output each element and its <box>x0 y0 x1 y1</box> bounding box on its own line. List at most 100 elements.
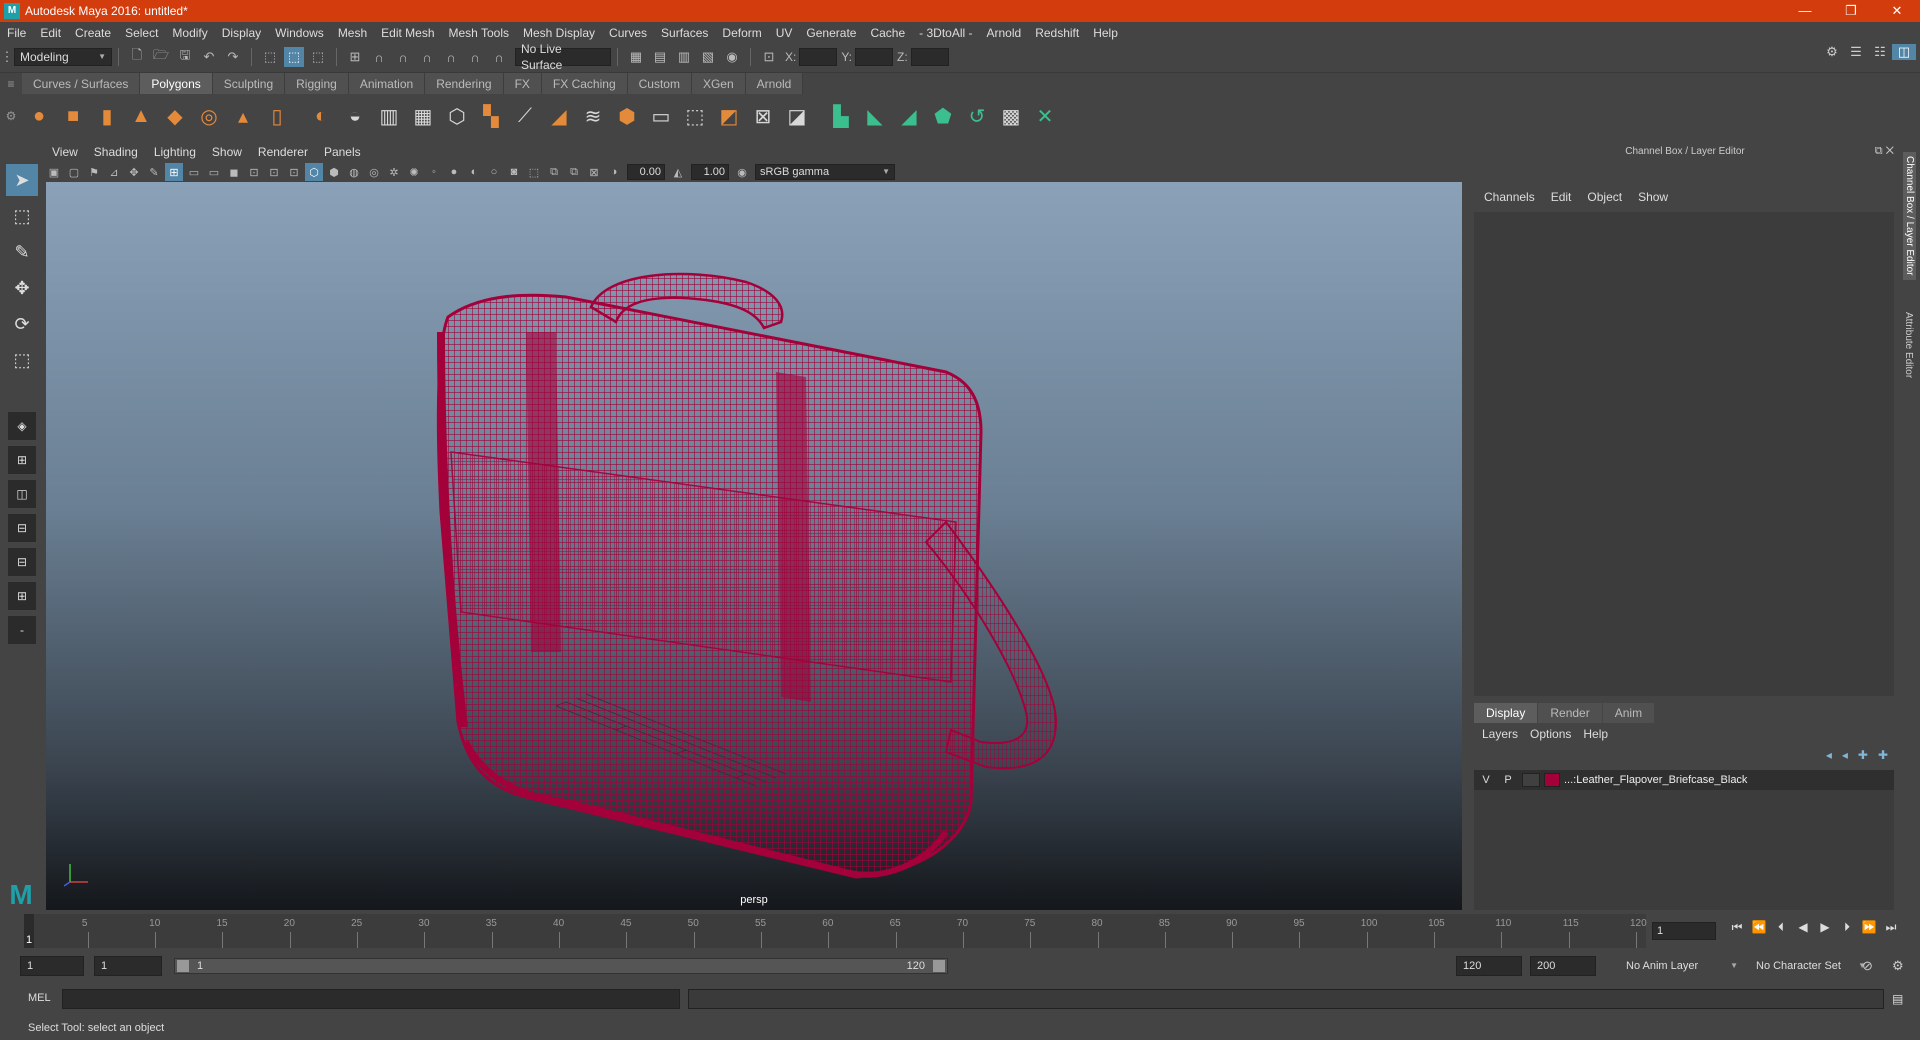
uv-layout-icon[interactable]: ✕ <box>1032 103 1058 129</box>
gamma-icon[interactable]: ◭ <box>669 163 687 181</box>
two-view-layout-icon[interactable]: ◫ <box>8 480 36 508</box>
range-end-handle[interactable] <box>933 960 945 972</box>
character-set-dropdown[interactable]: No Character Set ▼ <box>1750 956 1870 976</box>
menu-help[interactable]: Help <box>1086 26 1125 40</box>
make-live-icon[interactable]: ∩ <box>489 47 509 67</box>
shelf-tab-sculpting[interactable]: Sculpting <box>212 72 286 95</box>
undo-icon[interactable]: ↶ <box>199 47 219 67</box>
field-chart-icon[interactable]: ⊡ <box>245 163 263 181</box>
menu-mesh[interactable]: Mesh <box>331 26 374 40</box>
snap-view-icon[interactable]: ∩ <box>417 47 437 67</box>
gamma-input[interactable]: 1.00 <box>691 164 729 180</box>
shelf-tab-xgen[interactable]: XGen <box>691 72 746 95</box>
safe-action-icon[interactable]: ⊡ <box>265 163 283 181</box>
move-layer-up-icon[interactable]: ◂ <box>1826 748 1832 762</box>
new-scene-icon[interactable]: 🗋 <box>127 47 147 67</box>
viewport-menu-view[interactable]: View <box>44 145 86 159</box>
current-time-field[interactable]: 1 <box>1652 922 1716 940</box>
step-forward-key-icon[interactable]: ⏩ <box>1858 920 1880 935</box>
exposure-input[interactable]: 0.00 <box>627 164 665 180</box>
redo-icon[interactable]: ↷ <box>223 47 243 67</box>
layer-menu-layers[interactable]: Layers <box>1476 727 1524 741</box>
menu-cache[interactable]: Cache <box>863 26 912 40</box>
uv-editor-icon[interactable]: ▩ <box>998 103 1024 129</box>
select-hierarchy-icon[interactable]: ⬚ <box>260 47 280 67</box>
transform-mode-icon[interactable]: ⊡ <box>759 47 779 67</box>
shelf-menu-icon[interactable]: ≡ <box>0 73 22 95</box>
grease-pencil-icon[interactable]: ✎ <box>145 163 163 181</box>
depth-of-field-icon[interactable]: ◙ <box>505 163 523 181</box>
channel-box-icon[interactable]: ◫ <box>1892 44 1916 60</box>
uv-spherical-icon[interactable]: ◢ <box>896 103 922 129</box>
poly-cone-icon[interactable]: ▲ <box>128 103 154 129</box>
range-start-handle[interactable] <box>177 960 189 972</box>
viewport-menu-renderer[interactable]: Renderer <box>250 145 316 159</box>
y-input[interactable] <box>855 48 894 66</box>
layer-color-swatch[interactable] <box>1544 773 1560 787</box>
layer-tab-display[interactable]: Display <box>1474 703 1538 723</box>
multi-cut-icon[interactable]: ▭ <box>648 103 674 129</box>
wireframe-on-shaded-icon[interactable]: ◍ <box>345 163 363 181</box>
menu-curves[interactable]: Curves <box>602 26 654 40</box>
shelf-tab-polygons[interactable]: Polygons <box>140 72 213 95</box>
command-input[interactable] <box>62 989 680 1009</box>
menu-redshift[interactable]: Redshift <box>1028 26 1086 40</box>
poly-plane-icon[interactable]: ◆ <box>162 103 188 129</box>
current-time-indicator[interactable]: 1 <box>24 914 34 948</box>
exposure-icon[interactable]: ◑ <box>605 163 623 181</box>
open-scene-icon[interactable]: 🗁 <box>151 47 171 67</box>
shelf-tab-rendering[interactable]: Rendering <box>425 72 504 95</box>
combine-icon[interactable]: ◐ <box>308 103 334 129</box>
step-back-key-icon[interactable]: ⏪ <box>1748 920 1770 935</box>
anim-layer-dropdown[interactable]: No Anim Layer ▼ <box>1620 956 1742 976</box>
mirror-icon[interactable]: ◪ <box>784 103 810 129</box>
menu-create[interactable]: Create <box>68 26 118 40</box>
menu-select[interactable]: Select <box>118 26 165 40</box>
boolean-icon[interactable]: ⬡ <box>444 103 470 129</box>
xray-active-icon[interactable]: ⧉ <box>565 163 583 181</box>
layer-row[interactable]: V P ...:Leather_Flapover_Briefcase_Black <box>1474 770 1894 790</box>
wireframe-icon[interactable]: ⬡ <box>305 163 323 181</box>
restore-button[interactable]: ❐ <box>1828 3 1874 19</box>
rotate-tool-icon[interactable]: ⟳ <box>6 308 38 340</box>
side-tab-attribute-editor[interactable]: Attribute Editor <box>1903 312 1914 378</box>
save-scene-icon[interactable]: 🖫 <box>175 47 195 67</box>
new-layer-icon[interactable]: ✚ <box>1858 748 1868 762</box>
move-layer-down-icon[interactable]: ◂ <box>1842 748 1848 762</box>
minimize-button[interactable]: — <box>1782 3 1828 19</box>
bookmark-icon[interactable]: ⚑ <box>85 163 103 181</box>
menu-file[interactable]: File <box>0 26 33 40</box>
poly-pyramid-icon[interactable]: ▴ <box>230 103 256 129</box>
x-input[interactable] <box>799 48 838 66</box>
single-view-layout-icon[interactable]: ◈ <box>8 412 36 440</box>
persp-graph-layout-icon[interactable]: ⊟ <box>8 514 36 542</box>
menu-edit[interactable]: Edit <box>33 26 68 40</box>
snap-point-icon[interactable]: ∩ <box>393 47 413 67</box>
lasso-tool-icon[interactable]: ⬚ <box>6 200 38 232</box>
scale-tool-icon[interactable]: ⬚ <box>6 344 38 376</box>
menu-edit-mesh[interactable]: Edit Mesh <box>374 26 441 40</box>
layer-menu-options[interactable]: Options <box>1524 727 1577 741</box>
layer-visibility-toggle[interactable]: V <box>1476 771 1496 789</box>
poly-cylinder-icon[interactable]: ▮ <box>94 103 120 129</box>
poly-cube-icon[interactable]: ■ <box>60 103 86 129</box>
tool-settings-icon[interactable]: ☷ <box>1868 44 1892 60</box>
color-space-dropdown[interactable]: sRGB gamma ▼ <box>755 164 895 180</box>
scene-end-field[interactable]: 200 <box>1530 956 1596 976</box>
menu-windows[interactable]: Windows <box>268 26 331 40</box>
separate-icon[interactable]: ◒ <box>342 103 368 129</box>
viewport-menu-shading[interactable]: Shading <box>86 145 146 159</box>
xray-joints-icon[interactable]: ⧉ <box>545 163 563 181</box>
cb-menu-edit[interactable]: Edit <box>1543 190 1580 204</box>
new-layer-selected-icon[interactable]: ✚ <box>1878 748 1888 762</box>
uv-cylindrical-icon[interactable]: ◣ <box>862 103 888 129</box>
layer-type-toggle[interactable] <box>1522 773 1540 787</box>
panel-float-close-icon[interactable]: ⧉ ✕ <box>1875 145 1894 158</box>
play-forwards-icon[interactable]: ▶ <box>1814 920 1836 935</box>
layer-tab-anim[interactable]: Anim <box>1602 703 1655 723</box>
bevel-icon[interactable]: ◢ <box>546 103 572 129</box>
poly-pipe-icon[interactable]: ▯ <box>264 103 290 129</box>
range-bar[interactable]: 1 120 <box>174 958 948 974</box>
use-lights-icon[interactable]: ✺ <box>405 163 423 181</box>
auto-key-icon[interactable]: ⊘ <box>1862 958 1873 974</box>
